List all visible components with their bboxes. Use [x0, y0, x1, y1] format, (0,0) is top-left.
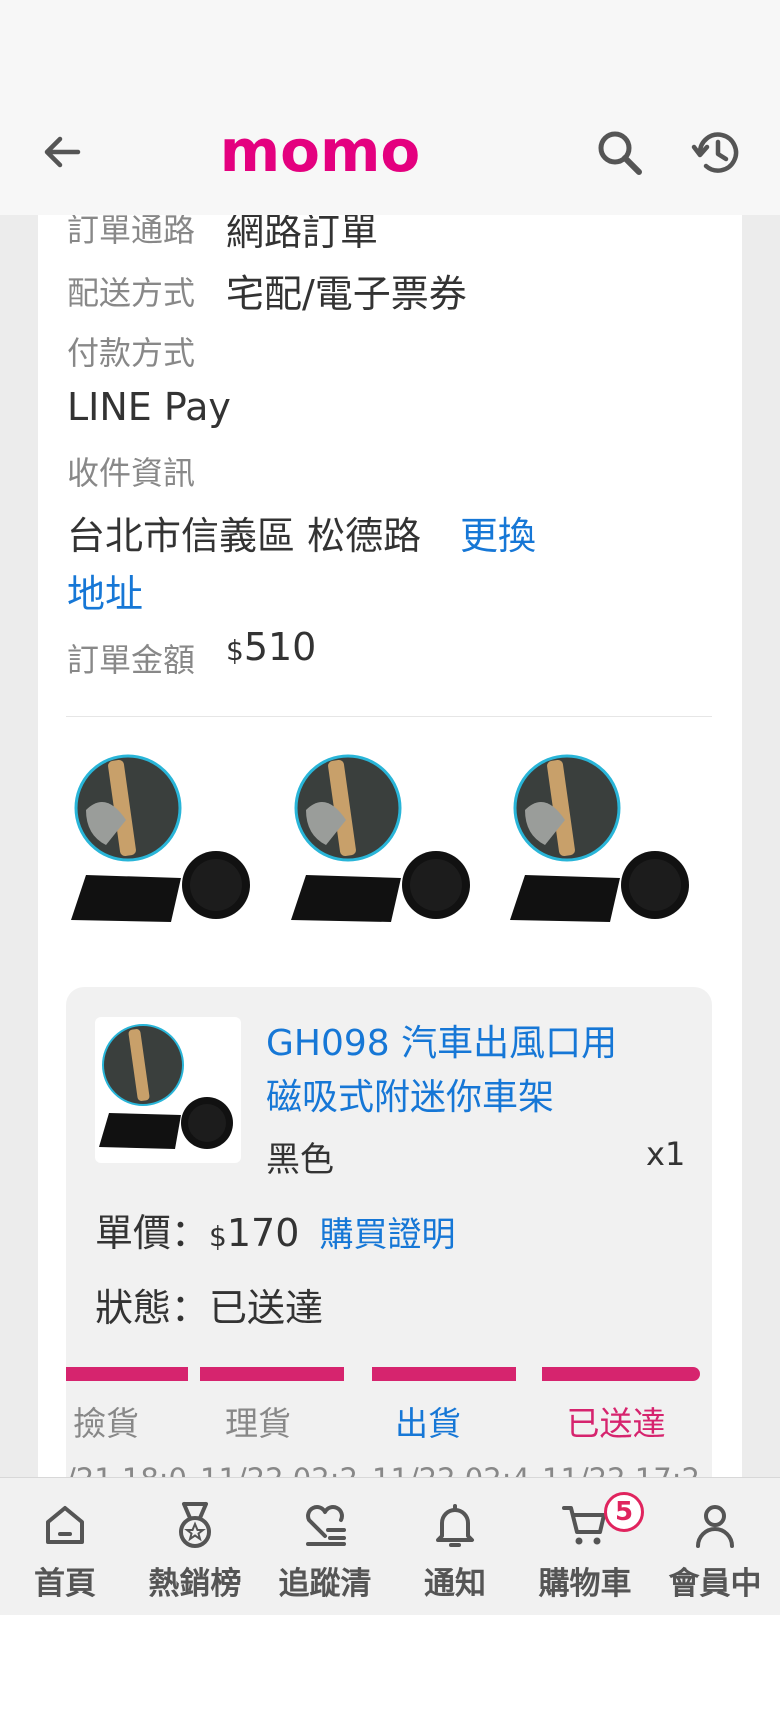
step-label-pick: 撿貨 [73, 1404, 139, 1443]
bell-icon [436, 1504, 474, 1547]
delivery-method-value: 宅配/電子票券 [226, 272, 467, 316]
system-nav-area [0, 1615, 780, 1733]
status-bar-area [0, 0, 780, 105]
order-channel-label: 訂單通路 [67, 215, 196, 249]
nav-item-home[interactable]: 首頁 [0, 1478, 130, 1616]
cart-icon [562, 1506, 606, 1545]
item-quantity: x1 [646, 1135, 686, 1173]
change-address-link-continued[interactable]: 地址 [67, 563, 143, 618]
progress-bar-segment-sort [200, 1367, 344, 1381]
step-time-sort: 11/22 02:26 [200, 1462, 358, 1477]
item-color: 黑色 [266, 1140, 334, 1180]
order-amount-label: 訂單金額 [67, 641, 196, 679]
unit-price-label: 單價： [95, 1211, 210, 1255]
nav-item-notifications[interactable]: 通知 [390, 1478, 520, 1616]
home-icon [46, 1506, 84, 1544]
nav-label-bestseller: 熱銷榜 [148, 1566, 242, 1602]
unit-price-value: 170 [226, 1211, 300, 1255]
step-label-sort: 理貨 [225, 1404, 291, 1443]
nav-item-wishlist[interactable]: 追蹤清 [260, 1478, 390, 1616]
order-item-box: GH098 汽車出風口用 磁吸式附迷你車架 黑色 x1 單價：$170 購買證明… [66, 987, 712, 1477]
progress-bar-segment-pick [66, 1367, 188, 1381]
user-icon [696, 1505, 734, 1548]
nav-item-cart[interactable]: 5 購物車 [520, 1478, 650, 1616]
recipient-info-label: 收件資訊 [67, 454, 196, 492]
payment-method-value: LINE Pay [67, 385, 231, 429]
svg-text:momo: momo [220, 117, 421, 185]
step-time-delivered: 11/22 17:22 [542, 1462, 702, 1477]
status-row: 狀態：已送達 [95, 1277, 323, 1332]
step-label-delivered: 已送達 [566, 1404, 666, 1443]
progress-bar-segment-delivered [542, 1367, 700, 1381]
change-address-link[interactable]: 更換 [460, 505, 536, 560]
medal-icon [179, 1502, 211, 1548]
status-value: 已送達 [209, 1286, 324, 1330]
top-header: momo [0, 105, 780, 215]
cart-count-badge: 5 [604, 1492, 644, 1532]
step-label-ship: 出貨 [395, 1404, 461, 1443]
back-arrow-icon[interactable] [38, 127, 88, 177]
product-thumbnail[interactable] [505, 750, 705, 950]
order-amount: $510 [226, 625, 317, 669]
payment-method-label: 付款方式 [67, 334, 196, 372]
item-image[interactable] [95, 1017, 241, 1163]
order-detail-card: 訂單通路 網路訂單 配送方式 宅配/電子票券 付款方式 LINE Pay 收件資… [38, 215, 742, 1477]
bottom-nav-bar: 首頁 熱銷榜 追蹤清 通知 5 購物車 會員中 [0, 1477, 780, 1615]
section-divider [66, 716, 712, 717]
product-thumbnail[interactable] [66, 750, 266, 950]
nav-label-wishlist: 追蹤清 [278, 1566, 372, 1602]
item-title[interactable]: GH098 汽車出風口用 磁吸式附迷你車架 [266, 1017, 666, 1125]
heart-list-icon [306, 1505, 346, 1546]
nav-item-member[interactable]: 會員中 [650, 1478, 780, 1616]
nav-item-bestseller[interactable]: 熱銷榜 [130, 1478, 260, 1616]
product-thumbnail[interactable] [286, 750, 486, 950]
step-time-ship: 11/22 02:47 [372, 1462, 532, 1477]
unit-price-row: 單價：$170 購買證明 [95, 1211, 456, 1255]
momo-logo[interactable]: momo [200, 117, 440, 187]
nav-label-notifications: 通知 [424, 1566, 486, 1602]
delivery-method-label: 配送方式 [67, 274, 196, 312]
recipient-address: 台北市信義區 松德路 [67, 514, 422, 558]
step-time-pick: /21 18:04 [66, 1462, 190, 1477]
order-channel-value: 網路訂單 [226, 215, 379, 254]
nav-label-home: 首頁 [34, 1566, 96, 1602]
nav-label-cart: 購物車 [538, 1566, 632, 1602]
purchase-proof-link[interactable]: 購買證明 [319, 1215, 455, 1255]
history-icon[interactable] [690, 125, 746, 181]
nav-label-member: 會員中 [668, 1566, 762, 1602]
search-icon[interactable] [592, 125, 648, 181]
progress-bar-segment-ship [372, 1367, 516, 1381]
status-label: 狀態： [95, 1286, 210, 1330]
